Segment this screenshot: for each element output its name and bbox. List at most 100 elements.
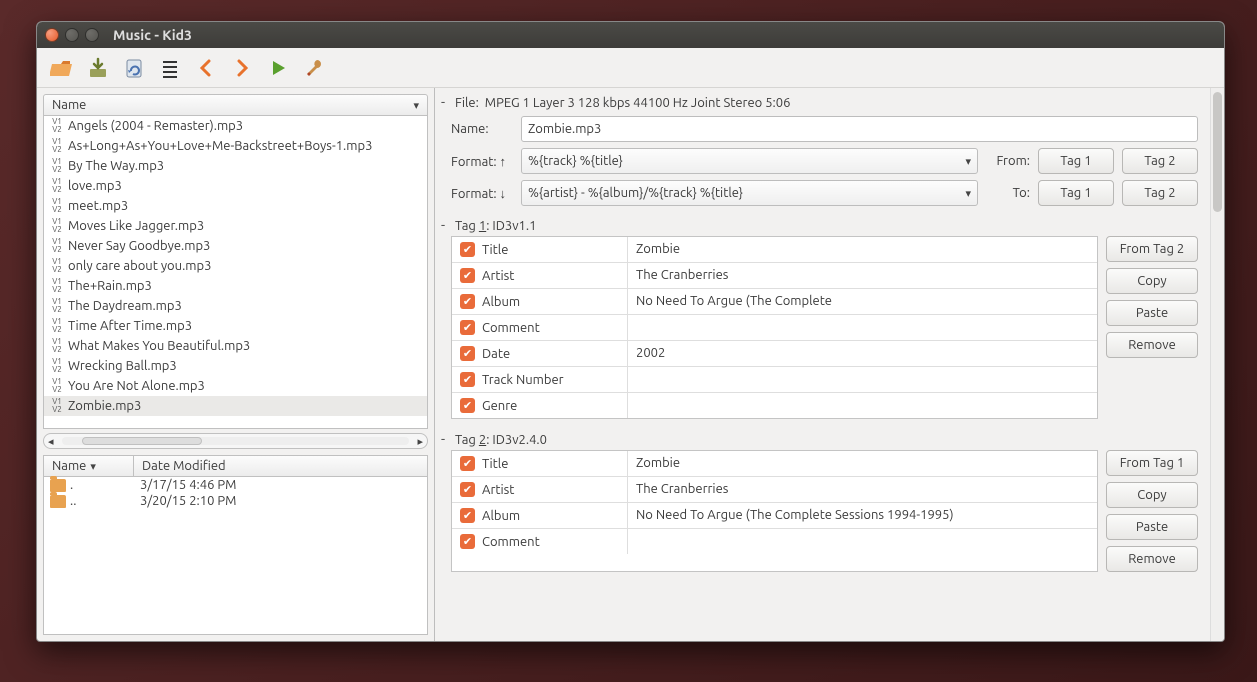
dir-col-date[interactable]: Date Modified	[134, 456, 427, 476]
titlebar[interactable]: Music - Kid3	[37, 22, 1224, 48]
vertical-scrollbar[interactable]	[1210, 88, 1224, 641]
tag2-paste-button[interactable]: Paste	[1106, 514, 1198, 540]
field-value[interactable]: No Need To Argue (The Complete Sessions …	[628, 503, 1097, 528]
file-section-collapser[interactable]: -	[437, 95, 449, 110]
format-up-combo[interactable]: %{track} %{title} ▾	[521, 148, 978, 174]
field-value[interactable]	[628, 393, 1097, 418]
tag1-paste-button[interactable]: Paste	[1106, 300, 1198, 326]
settings-button[interactable]	[299, 53, 329, 83]
file-item[interactable]: V1V2Time After Time.mp3	[44, 316, 427, 336]
file-item[interactable]: V1V2As+Long+As+You+Love+Me-Backstreet+Bo…	[44, 136, 427, 156]
checkbox-icon[interactable]: ✔	[460, 456, 475, 471]
tag-row[interactable]: ✔TitleZombie	[452, 451, 1097, 477]
checkbox-icon[interactable]: ✔	[460, 346, 475, 361]
dir-col-name[interactable]: Name ▾	[44, 456, 134, 476]
to-tag2-button[interactable]: Tag 2	[1122, 180, 1198, 206]
filelist-header[interactable]: Name ▾	[43, 94, 428, 116]
tag2-copy-button[interactable]: Copy	[1106, 482, 1198, 508]
tag1-remove-button[interactable]: Remove	[1106, 332, 1198, 358]
open-button[interactable]	[47, 53, 77, 83]
tag2-remove-button[interactable]: Remove	[1106, 546, 1198, 572]
file-name: love.mp3	[68, 177, 122, 195]
file-item[interactable]: V1V2You Are Not Alone.mp3	[44, 376, 427, 396]
file-item[interactable]: V1V2Angels (2004 - Remaster).mp3	[44, 116, 427, 136]
scrollbar-thumb[interactable]	[82, 437, 202, 445]
from-tag2-button[interactable]: Tag 2	[1122, 148, 1198, 174]
checkbox-icon[interactable]: ✔	[460, 398, 475, 413]
checkbox-icon[interactable]: ✔	[460, 482, 475, 497]
file-item[interactable]: V1V2Zombie.mp3	[44, 396, 427, 416]
field-value[interactable]: The Cranberries	[628, 477, 1097, 502]
file-item[interactable]: V1V2meet.mp3	[44, 196, 427, 216]
play-button[interactable]	[263, 53, 293, 83]
save-button[interactable]	[83, 53, 113, 83]
tag1-from-button[interactable]: From Tag 2	[1106, 236, 1198, 262]
tag-row[interactable]: ✔ArtistThe Cranberries	[452, 263, 1097, 289]
checkbox-icon[interactable]: ✔	[460, 294, 475, 309]
file-item[interactable]: V1V2By The Way.mp3	[44, 156, 427, 176]
to-tag1-button[interactable]: Tag 1	[1038, 180, 1114, 206]
minimize-icon[interactable]	[65, 28, 79, 42]
field-value[interactable]: The Cranberries	[628, 263, 1097, 288]
checkbox-icon[interactable]: ✔	[460, 268, 475, 283]
from-tag1-button[interactable]: Tag 1	[1038, 148, 1114, 174]
tag-row[interactable]: ✔AlbumNo Need To Argue (The Complete Ses…	[452, 503, 1097, 529]
chevron-down-icon: ▾	[965, 155, 971, 168]
field-value[interactable]	[628, 529, 1097, 554]
file-name: Never Say Goodbye.mp3	[68, 237, 210, 255]
file-item[interactable]: V1V2love.mp3	[44, 176, 427, 196]
checkbox-icon[interactable]: ✔	[460, 508, 475, 523]
file-list[interactable]: V1V2Angels (2004 - Remaster).mp3V1V2As+L…	[43, 116, 428, 429]
horizontal-scrollbar[interactable]: ◂ ▸	[43, 433, 428, 449]
tag1-table[interactable]: ✔TitleZombie✔ArtistThe Cranberries✔Album…	[451, 236, 1098, 419]
directory-row[interactable]: .3/17/15 4:46 PM	[44, 477, 427, 493]
directory-list[interactable]: .3/17/15 4:46 PM..3/20/15 2:10 PM	[44, 477, 427, 634]
field-name: Track Number	[482, 373, 564, 387]
file-item[interactable]: V1V2What Makes You Beautiful.mp3	[44, 336, 427, 356]
close-icon[interactable]	[45, 28, 59, 42]
tag2-collapser[interactable]: -	[437, 432, 449, 447]
file-item[interactable]: V1V2Wrecking Ball.mp3	[44, 356, 427, 376]
field-value[interactable]: 2002	[628, 341, 1097, 366]
tag-row[interactable]: ✔Comment	[452, 315, 1097, 341]
file-item[interactable]: V1V2The+Rain.mp3	[44, 276, 427, 296]
tag2-table[interactable]: ✔TitleZombie✔ArtistThe Cranberries✔Album…	[451, 450, 1098, 572]
field-value[interactable]: Zombie	[628, 237, 1097, 262]
filename-input[interactable]: Zombie.mp3	[521, 116, 1198, 142]
file-item[interactable]: V1V2Moves Like Jagger.mp3	[44, 216, 427, 236]
tag-row[interactable]: ✔AlbumNo Need To Argue (The Complete	[452, 289, 1097, 315]
field-value[interactable]: No Need To Argue (The Complete	[628, 289, 1097, 314]
checkbox-icon[interactable]: ✔	[460, 372, 475, 387]
dropdown-icon[interactable]: ▾	[413, 99, 419, 112]
next-button[interactable]	[227, 53, 257, 83]
tag1-copy-button[interactable]: Copy	[1106, 268, 1198, 294]
checkbox-icon[interactable]: ✔	[460, 534, 475, 549]
field-value[interactable]	[628, 367, 1097, 392]
scrollbar-thumb[interactable]	[1213, 92, 1222, 212]
tag2-from-button[interactable]: From Tag 1	[1106, 450, 1198, 476]
prev-button[interactable]	[191, 53, 221, 83]
field-value[interactable]: Zombie	[628, 451, 1097, 476]
checkbox-icon[interactable]: ✔	[460, 320, 475, 335]
file-item[interactable]: V1V2only care about you.mp3	[44, 256, 427, 276]
name-label: Name:	[451, 122, 513, 136]
tag-row[interactable]: ✔ArtistThe Cranberries	[452, 477, 1097, 503]
file-item[interactable]: V1V2Never Say Goodbye.mp3	[44, 236, 427, 256]
directory-row[interactable]: ..3/20/15 2:10 PM	[44, 493, 427, 509]
format-down-combo[interactable]: %{artist} - %{album}/%{track} %{title} ▾	[521, 180, 978, 206]
tag1-collapser[interactable]: -	[437, 218, 449, 233]
tag-row[interactable]: ✔TitleZombie	[452, 237, 1097, 263]
file-item[interactable]: V1V2The Daydream.mp3	[44, 296, 427, 316]
field-value[interactable]	[628, 315, 1097, 340]
tag-row[interactable]: ✔Comment	[452, 529, 1097, 554]
revert-button[interactable]	[119, 53, 149, 83]
tag-row[interactable]: ✔ Track Number	[452, 367, 1097, 393]
save-icon	[87, 57, 109, 79]
checkbox-icon[interactable]: ✔	[460, 242, 475, 257]
maximize-icon[interactable]	[85, 28, 99, 42]
tag-row[interactable]: ✔Date2002	[452, 341, 1097, 367]
tag-row[interactable]: ✔Genre	[452, 393, 1097, 418]
select-all-button[interactable]	[155, 53, 185, 83]
scroll-left-icon[interactable]: ◂	[44, 435, 58, 448]
scroll-right-icon[interactable]: ▸	[413, 435, 427, 448]
